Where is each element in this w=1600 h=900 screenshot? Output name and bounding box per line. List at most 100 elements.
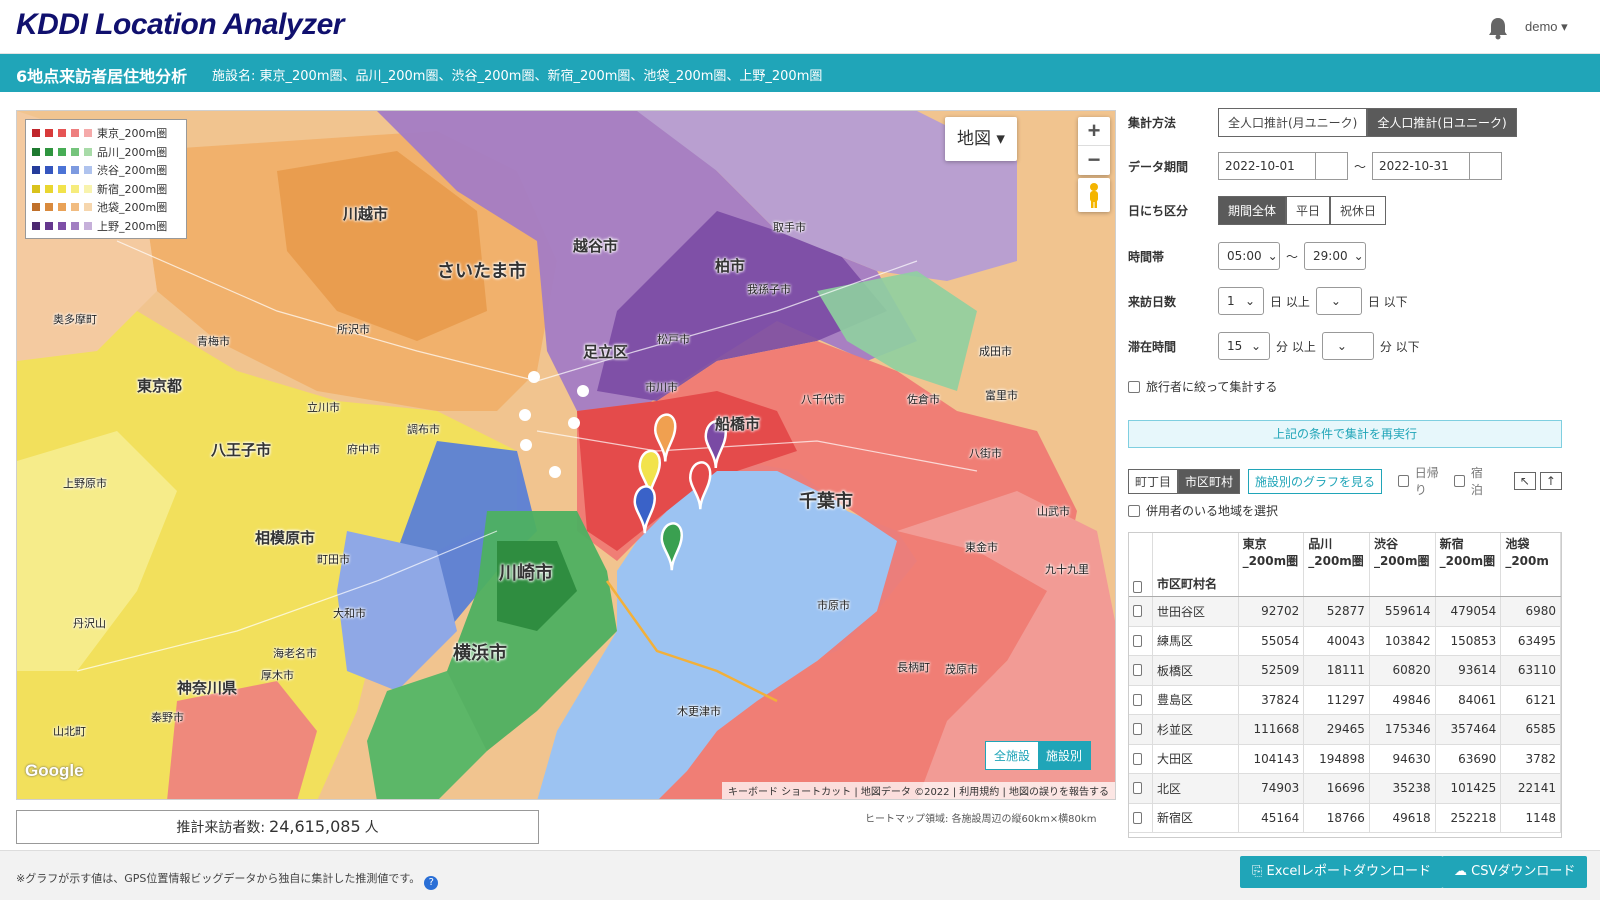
google-logo: Google bbox=[25, 761, 84, 780]
traveler-checkbox[interactable] bbox=[1128, 380, 1140, 393]
city-name-cell: 板橋区 bbox=[1153, 656, 1239, 685]
col-header-shinjuku[interactable]: 新宿_200m圏 bbox=[1436, 533, 1502, 596]
level-city-button[interactable]: 市区町村 bbox=[1178, 468, 1241, 494]
visitor-count-cell: 22141 bbox=[1501, 774, 1561, 803]
help-icon[interactable]: ? bbox=[424, 876, 439, 890]
visit-days-max-select[interactable] bbox=[1315, 287, 1362, 315]
visitor-count-cell: 63495 bbox=[1501, 626, 1561, 655]
stay-max-select[interactable] bbox=[1321, 332, 1374, 360]
visitor-count-cell: 74903 bbox=[1239, 774, 1305, 803]
street-view-pegman-icon[interactable] bbox=[1078, 178, 1110, 212]
table-row[interactable]: 練馬区 55054 40043 103842 150853 63495 bbox=[1129, 626, 1561, 656]
stay-time-label: 滞在時間 bbox=[1128, 339, 1177, 354]
visit-days-min-select[interactable]: 1 bbox=[1218, 287, 1264, 315]
visitor-count-cell: 63110 bbox=[1501, 656, 1561, 685]
legend-row: 新宿_200m圏 bbox=[32, 180, 180, 199]
results-table[interactable]: 市区町村名 東京_200m圏 品川_200m圏 渋谷_200m圏 新宿_200m… bbox=[1128, 532, 1562, 838]
visitor-count-cell: 3782 bbox=[1501, 744, 1561, 773]
legend-swatch bbox=[32, 203, 40, 212]
row-checkbox[interactable] bbox=[1133, 664, 1142, 677]
stay-min-select[interactable]: 15 bbox=[1218, 332, 1270, 360]
zoom-in-button[interactable]: + bbox=[1078, 117, 1110, 146]
analysis-title-bar: 6地点来訪者居住地分析 施設名: 東京_200m圏、品川_200m圏、渋谷_20… bbox=[0, 54, 1600, 92]
user-menu[interactable]: demo ▾ bbox=[1525, 19, 1568, 35]
calendar-icon[interactable] bbox=[1315, 153, 1347, 179]
csv-download-button[interactable]: ☁ CSVダウンロード bbox=[1442, 856, 1588, 888]
visitor-count-cell: 49618 bbox=[1370, 803, 1436, 832]
scroll-top-icon[interactable]: ↑ bbox=[1539, 472, 1562, 490]
shared-users-row: 併用者のいる地域を選択 bbox=[1128, 502, 1278, 519]
table-row[interactable]: 板橋区 52509 18111 60820 93614 63110 bbox=[1129, 656, 1561, 686]
map-label: 東金市 bbox=[965, 541, 998, 554]
table-row[interactable]: 世田谷区 92702 52877 559614 479054 6980 bbox=[1129, 597, 1561, 627]
heatmap-map[interactable]: さいたま市 川越市 越谷市 柏市 足立区 船橋市 千葉市 八王子市 相模原市 川… bbox=[16, 110, 1116, 800]
col-header-tokyo[interactable]: 東京_200m圏 bbox=[1239, 533, 1305, 596]
visitor-count-cell: 103842 bbox=[1370, 626, 1436, 655]
agg-daily-button[interactable]: 全人口推計(日ユニーク) bbox=[1367, 108, 1517, 137]
map-label: 市川市 bbox=[645, 381, 678, 394]
visitor-count-cell: 150853 bbox=[1436, 626, 1502, 655]
visitor-count-cell: 559614 bbox=[1370, 597, 1436, 626]
map-type-selector[interactable]: 地図 ▾ bbox=[945, 117, 1017, 161]
day-holiday-button[interactable]: 祝休日 bbox=[1330, 196, 1387, 225]
view-per-facility-button[interactable]: 施設別 bbox=[1038, 742, 1091, 769]
app-logo[interactable]: KDDI Location Analyzer bbox=[16, 8, 344, 42]
view-all-facilities-button[interactable]: 全施設 bbox=[986, 742, 1038, 769]
legend-swatch bbox=[84, 221, 92, 230]
legend-swatch bbox=[45, 129, 53, 138]
overnight-checkbox[interactable] bbox=[1454, 475, 1465, 487]
table-row[interactable]: 大田区 104143 194898 94630 63690 3782 bbox=[1129, 744, 1561, 774]
expand-icon[interactable]: ↖ bbox=[1513, 472, 1536, 490]
excel-download-button[interactable]: ⎘ Excelレポートダウンロード bbox=[1240, 856, 1443, 888]
map-label: 八街市 bbox=[969, 447, 1002, 460]
col-header-shibuya[interactable]: 渋谷_200m圏 bbox=[1370, 533, 1436, 596]
agg-monthly-button[interactable]: 全人口推計(月ユニーク) bbox=[1218, 108, 1368, 137]
zoom-out-button[interactable]: − bbox=[1078, 146, 1110, 175]
table-row[interactable]: 北区 74903 16696 35238 101425 22141 bbox=[1129, 774, 1561, 804]
legend-swatch bbox=[32, 147, 40, 156]
table-row[interactable]: 新宿区 45164 18766 49618 252218 1148 bbox=[1129, 803, 1561, 833]
rerun-button[interactable]: 上記の条件で集計を再実行 bbox=[1128, 420, 1562, 448]
table-row[interactable]: 杉並区 111668 29465 175346 357464 6585 bbox=[1129, 715, 1561, 745]
table-row[interactable]: 豊島区 37824 11297 49846 84061 6121 bbox=[1129, 685, 1561, 715]
dayreturn-checkbox[interactable] bbox=[1398, 475, 1409, 487]
table-toolbar: 町丁目 市区町村 施設別のグラフを見る 日帰り 宿泊 ↖ ↑ bbox=[1128, 464, 1562, 498]
col-header-ikebukuro[interactable]: 池袋_200m bbox=[1501, 533, 1561, 596]
legend-swatch bbox=[71, 203, 79, 212]
visitor-count-cell: 52877 bbox=[1304, 597, 1370, 626]
date-to-field[interactable]: 2022-10-31 bbox=[1372, 152, 1503, 180]
level-town-button[interactable]: 町丁目 bbox=[1128, 468, 1179, 494]
select-all-checkbox[interactable] bbox=[1133, 581, 1142, 593]
date-from-field[interactable]: 2022-10-01 bbox=[1218, 152, 1348, 180]
row-checkbox[interactable] bbox=[1133, 634, 1142, 647]
overnight-label: 宿泊 bbox=[1470, 466, 1483, 497]
visitor-count-cell: 6585 bbox=[1501, 715, 1561, 744]
time-to-select[interactable]: 29:00 bbox=[1304, 242, 1367, 270]
row-checkbox[interactable] bbox=[1133, 723, 1142, 736]
aggregation-label: 集計方法 bbox=[1128, 116, 1177, 130]
legend-swatch bbox=[58, 129, 66, 138]
calendar-icon[interactable] bbox=[1469, 153, 1501, 179]
facility-graph-button[interactable]: 施設別のグラフを見る bbox=[1248, 468, 1383, 494]
row-checkbox[interactable] bbox=[1133, 605, 1142, 618]
visitor-count-cell: 93614 bbox=[1436, 656, 1502, 685]
row-checkbox[interactable] bbox=[1133, 782, 1142, 795]
day-all-button[interactable]: 期間全体 bbox=[1218, 196, 1287, 225]
shared-users-checkbox[interactable] bbox=[1128, 504, 1140, 517]
map-label: 木更津市 bbox=[677, 705, 721, 718]
map-label: 川越市 bbox=[343, 205, 389, 223]
map-attribution[interactable]: キーボード ショートカット | 地図データ ©2022 | 利用規約 | 地図の… bbox=[722, 782, 1115, 799]
row-checkbox[interactable] bbox=[1133, 752, 1142, 765]
map-label: 千葉市 bbox=[799, 491, 853, 512]
row-checkbox[interactable] bbox=[1133, 811, 1142, 824]
conditions-panel: 集計方法 全人口推計(月ユニーク) 全人口推計(日ユニーク) データ期間 202… bbox=[1128, 108, 1588, 848]
day-weekday-button[interactable]: 平日 bbox=[1286, 196, 1331, 225]
time-from-select[interactable]: 05:00 bbox=[1218, 242, 1280, 270]
map-label: 東京都 bbox=[137, 377, 183, 395]
map-label: 富里市 bbox=[985, 389, 1018, 402]
col-header-city[interactable]: 市区町村名 bbox=[1153, 533, 1239, 596]
row-checkbox[interactable] bbox=[1133, 693, 1142, 706]
bell-icon[interactable] bbox=[1487, 16, 1509, 40]
shared-users-label: 併用者のいる地域を選択 bbox=[1146, 504, 1279, 518]
col-header-shinagawa[interactable]: 品川_200m圏 bbox=[1304, 533, 1370, 596]
